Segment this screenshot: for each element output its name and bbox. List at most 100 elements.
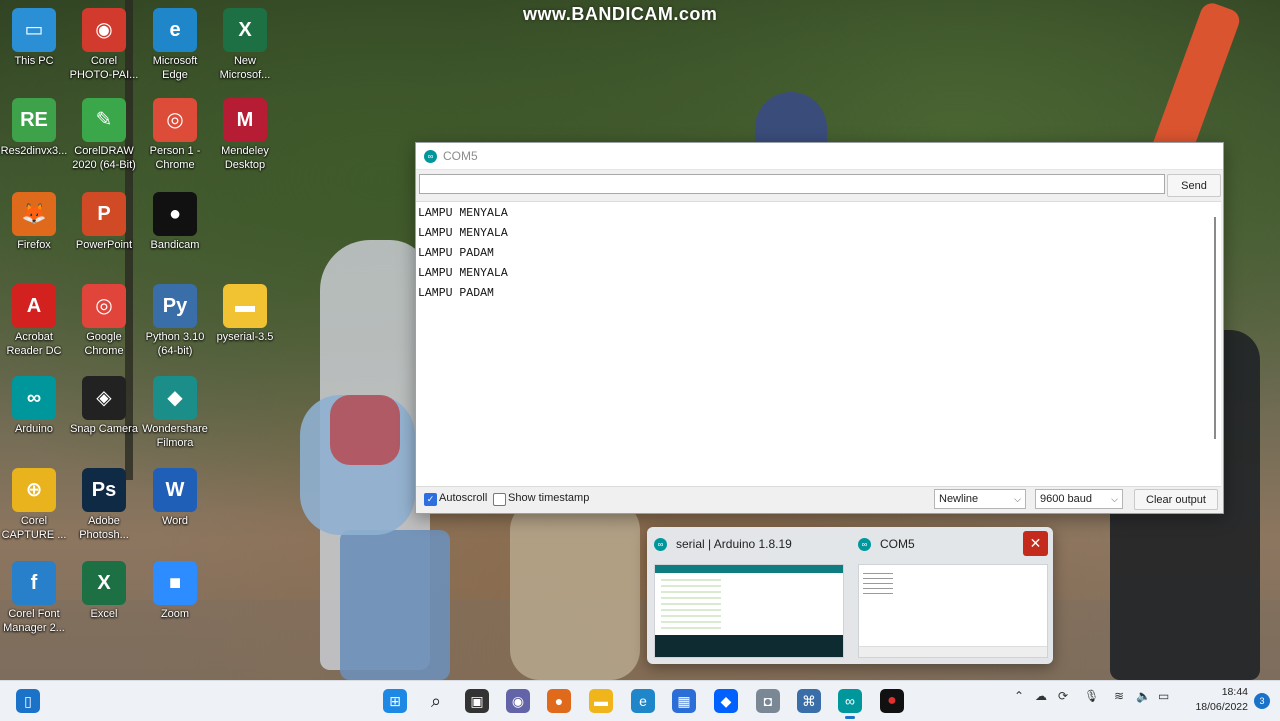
autoscroll-label: Autoscroll <box>439 492 488 504</box>
desktop-icon-label: Arduino <box>15 423 53 435</box>
desktop-icon[interactable]: Py Python 3.10 (64-bit) <box>140 284 210 358</box>
app-icon: P <box>82 192 126 236</box>
desktop-icon[interactable]: X Excel <box>69 561 139 621</box>
preview-close-button[interactable]: ✕ <box>1023 531 1048 556</box>
app-icon: RE <box>12 98 56 142</box>
thumb-toolbar <box>655 565 843 573</box>
desktop-icon[interactable]: ◈ Snap Camera <box>69 376 139 436</box>
widgets-icon[interactable]: ▯ <box>16 689 40 713</box>
app-icon: ■ <box>153 561 197 605</box>
desktop-icon[interactable]: ◎ Google Chrome <box>69 284 139 358</box>
camera-icon[interactable]: ◘ <box>756 689 780 713</box>
chat-icon[interactable]: ◉ <box>506 689 530 713</box>
output-line: LAMPU MENYALA <box>418 227 508 240</box>
output-scrollbar[interactable] <box>1214 217 1216 439</box>
app-icon: W <box>153 468 197 512</box>
desktop-icon[interactable]: RE Res2dinvx3... <box>0 98 69 158</box>
app-icon: ◎ <box>82 284 126 328</box>
autoscroll-checkbox[interactable]: ✓ <box>424 493 437 506</box>
edge-icon[interactable]: e <box>631 689 655 713</box>
app-icon: ● <box>153 192 197 236</box>
desktop-icon[interactable]: X New Microsof... <box>210 8 280 82</box>
desktop-icon[interactable]: ▭ This PC <box>0 8 69 68</box>
app-icon: X <box>82 561 126 605</box>
app-icon: Ps <box>82 468 126 512</box>
preview-thumbnail[interactable] <box>654 564 844 658</box>
thumb-lines <box>863 573 893 597</box>
notification-badge[interactable]: 3 <box>1254 693 1270 709</box>
desktop-icon[interactable]: Ps Adobe Photosh... <box>69 468 139 542</box>
battery-icon[interactable]: ▭ <box>1158 689 1169 703</box>
microphone-icon[interactable]: 🎙 <box>1084 689 1099 703</box>
desktop-icon[interactable]: ■ Zoom <box>140 561 210 621</box>
wifi-icon[interactable]: ≋ <box>1114 689 1124 703</box>
app-icon: ▭ <box>12 8 56 52</box>
desktop-icon[interactable]: ● Bandicam <box>140 192 210 252</box>
clear-output-button[interactable]: Clear output <box>1134 489 1218 510</box>
desktop-icon-label: Adobe Photosh... <box>79 515 129 541</box>
desktop-icon-label: Snap Camera <box>70 423 138 435</box>
bandicam-taskbar-icon[interactable]: ● <box>880 689 904 713</box>
app-icon: 🦊 <box>12 192 56 236</box>
window-titlebar[interactable]: ∞ COM5 <box>416 143 1223 170</box>
desktop-icon-label: PowerPoint <box>75 239 133 251</box>
desktop-icon-label: pyserial-3.5 <box>216 331 274 343</box>
desktop-icon[interactable]: ◎ Person 1 - Chrome <box>140 98 210 172</box>
desktop-icon[interactable]: ◆ Wondershare Filmora <box>140 376 210 450</box>
app-icon: f <box>12 561 56 605</box>
output-line: LAMPU PADAM <box>418 287 494 300</box>
preview-item-com5[interactable]: ∞ COM5 <box>851 527 1051 664</box>
desktop-icon[interactable]: ✎ CorelDRAW 2020 (64-Bit) <box>69 98 139 172</box>
start-icon[interactable]: ⊞ <box>383 689 407 713</box>
preview-thumbnail[interactable] <box>858 564 1048 658</box>
arduino-taskbar-icon[interactable]: ∞ <box>838 689 862 713</box>
timestamp-checkbox[interactable] <box>493 493 506 506</box>
desktop-icon-label: Corel PHOTO-PAI... <box>69 55 139 81</box>
output-line: LAMPU PADAM <box>418 247 494 260</box>
desktop-icon[interactable]: ◉ Corel PHOTO-PAI... <box>69 8 139 82</box>
firefox-icon[interactable]: ● <box>547 689 571 713</box>
cloud-icon[interactable]: ☁ <box>1035 689 1047 703</box>
desktop-icon[interactable]: e Microsoft Edge <box>140 8 210 82</box>
baud-value: 9600 baud <box>1040 493 1092 505</box>
desktop-icon-label: Bandicam <box>150 239 200 251</box>
line-ending-select[interactable]: Newline ⌵ <box>934 489 1026 509</box>
desktop-icon[interactable]: M Mendeley Desktop <box>210 98 280 172</box>
app-icon: ▬ <box>223 284 267 328</box>
send-button[interactable]: Send <box>1167 174 1221 197</box>
serial-output[interactable]: LAMPU MENYALA LAMPU MENYALA LAMPU PADAM LAM… <box>416 201 1221 487</box>
desktop-icon-label: Excel <box>90 608 118 620</box>
app-icon: A <box>12 284 56 328</box>
sync-icon[interactable]: ⟳ <box>1058 689 1068 703</box>
desktop-icon-label: Firefox <box>17 239 51 251</box>
desktop-icon[interactable]: ▬ pyserial-3.5 <box>210 284 280 344</box>
volume-icon[interactable]: 🔈 <box>1136 689 1151 703</box>
desktop-icon[interactable]: ⊕ Corel CAPTURE ... <box>0 468 69 542</box>
status-row: ✓ Autoscroll Show timestamp Newline ⌵ 96… <box>416 487 1221 511</box>
app-icon: ∞ <box>12 376 56 420</box>
wallpaper-child <box>510 500 640 680</box>
task-view-icon[interactable]: ▣ <box>465 689 489 713</box>
serial-input[interactable] <box>419 174 1165 194</box>
file-explorer-icon[interactable]: ▬ <box>589 689 613 713</box>
clock[interactable]: 18:44 18/06/2022 <box>1186 685 1248 715</box>
preview-item-ide[interactable]: ∞ serial | Arduino 1.8.19 <box>647 527 847 664</box>
desktop-icon[interactable]: A Acrobat Reader DC <box>0 284 69 358</box>
app-icon: ✎ <box>82 98 126 142</box>
thumb-console <box>655 635 843 657</box>
chevron-up-icon[interactable]: ⌃ <box>1014 689 1024 703</box>
dropbox-icon[interactable]: ◆ <box>714 689 738 713</box>
store-icon[interactable]: ▦ <box>672 689 696 713</box>
desktop-icon[interactable]: W Word <box>140 468 210 528</box>
python-icon[interactable]: ⌘ <box>797 689 821 713</box>
output-line: LAMPU MENYALA <box>418 207 508 220</box>
chevron-down-icon: ⌵ <box>1014 494 1021 504</box>
baud-select[interactable]: 9600 baud ⌵ <box>1035 489 1123 509</box>
search-icon[interactable]: ⌕ <box>424 689 448 713</box>
desktop-icon[interactable]: P PowerPoint <box>69 192 139 252</box>
desktop-icon-label: Acrobat Reader DC <box>6 331 62 357</box>
desktop-icon[interactable]: 🦊 Firefox <box>0 192 69 252</box>
desktop-icon[interactable]: f Corel Font Manager 2... <box>0 561 69 635</box>
line-ending-value: Newline <box>939 493 979 505</box>
desktop-icon[interactable]: ∞ Arduino <box>0 376 69 436</box>
